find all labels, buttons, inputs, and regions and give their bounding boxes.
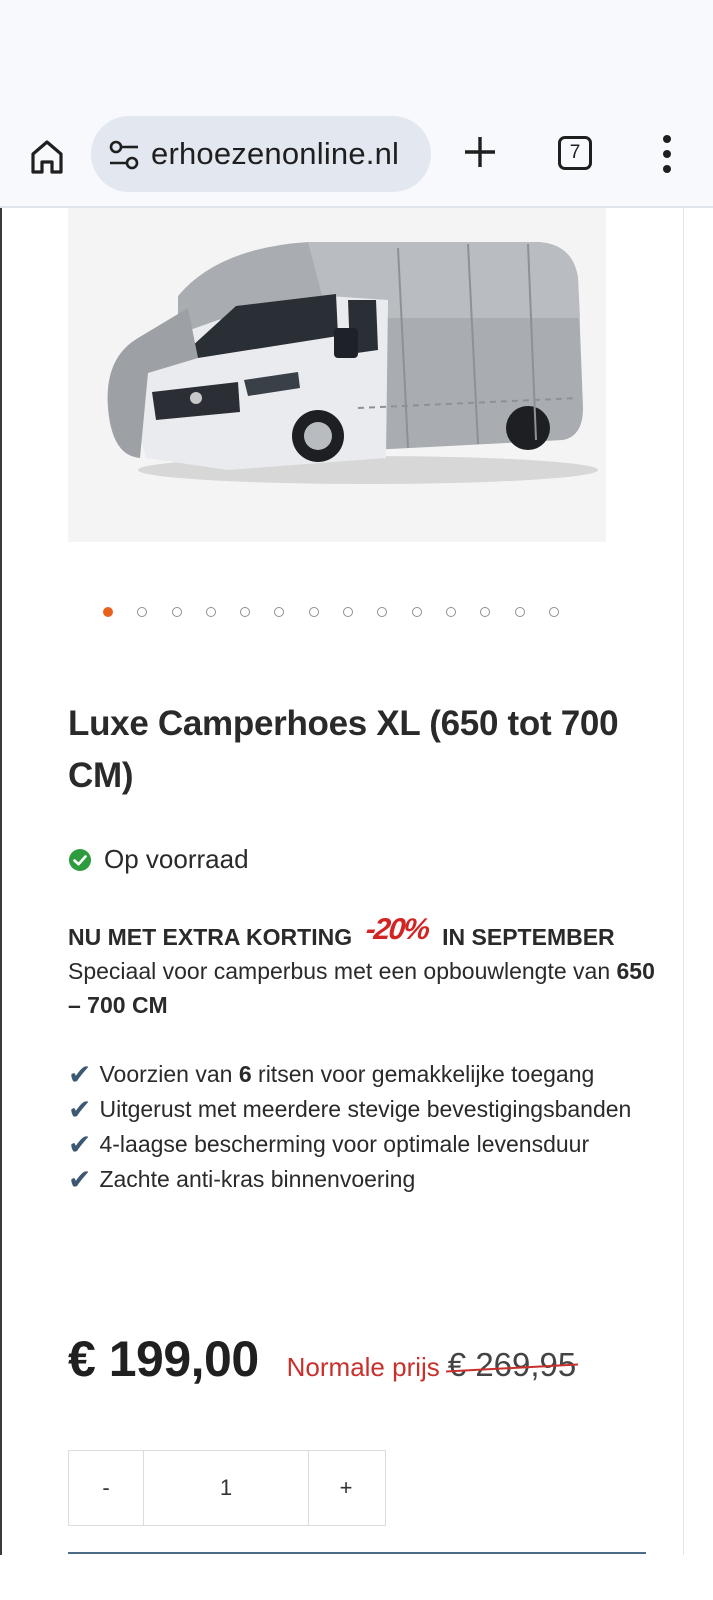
- carousel-dot[interactable]: [480, 607, 491, 617]
- url-text[interactable]: erhoezenonline.nl: [151, 136, 399, 172]
- promo-description: Speciaal voor camperbus met een opbouwle…: [68, 954, 668, 1022]
- normal-price-label: Normale prijs: [286, 1352, 440, 1382]
- feature-text-bold: 6: [238, 1061, 252, 1087]
- normal-price: € 269,95: [447, 1346, 577, 1383]
- checkmark-icon: ✔: [68, 1059, 92, 1090]
- discount-badge: -20%: [364, 913, 430, 946]
- quantity-stepper: - 1 +: [68, 1450, 386, 1526]
- carousel-dot[interactable]: [377, 607, 388, 617]
- stock-text: Op voorraad: [104, 844, 249, 874]
- carousel-dot[interactable]: [205, 607, 216, 617]
- quantity-increase-button[interactable]: +: [309, 1451, 383, 1525]
- quantity-input[interactable]: 1: [143, 1451, 309, 1525]
- promo-heading: NU MET EXTRA KORTING -20% IN SEPTEMBER: [68, 913, 668, 954]
- feature-text: Uitgerust met meerdere stevige bevestigi…: [99, 1096, 632, 1122]
- carousel-dot[interactable]: [411, 607, 422, 617]
- camper-illustration: [68, 208, 606, 542]
- carousel-dot[interactable]: [103, 607, 113, 617]
- tab-switcher-button[interactable]: 7: [558, 136, 592, 170]
- promo-block: NU MET EXTRA KORTING -20% IN SEPTEMBER S…: [68, 913, 668, 1022]
- carousel-dot[interactable]: [137, 607, 148, 617]
- feature-text-post: ritsen voor gemakkelijke toegang: [251, 1061, 595, 1087]
- carousel-dot[interactable]: [548, 607, 559, 617]
- tune-icon[interactable]: [107, 138, 141, 172]
- sale-price: € 199,00: [68, 1331, 259, 1387]
- plus-icon[interactable]: [460, 132, 500, 172]
- carousel-dot[interactable]: [308, 607, 319, 617]
- page-edge-right: [683, 208, 684, 1555]
- status-bar: [0, 0, 713, 110]
- product-page: Luxe Camperhoes XL (650 tot 700 CM) Op v…: [0, 208, 713, 1600]
- carousel-dot[interactable]: [445, 607, 456, 617]
- page-edge: [0, 208, 2, 1555]
- browser-toolbar: erhoezenonline.nl 7: [0, 110, 713, 207]
- checkmark-icon: ✔: [68, 1129, 92, 1160]
- feature-list: ✔ Voorzien van 6 ritsen voor gemakkelijke…: [68, 1056, 668, 1196]
- feature-item: ✔ Uitgerust met meerdere stevige bevestig…: [68, 1091, 668, 1126]
- more-vert-icon[interactable]: [652, 132, 682, 176]
- checkmark-icon: ✔: [68, 1094, 92, 1125]
- carousel-dot[interactable]: [240, 607, 251, 617]
- product-title: Luxe Camperhoes XL (650 tot 700 CM): [68, 704, 619, 795]
- promo-heading-left: NU MET EXTRA KORTING: [68, 924, 353, 950]
- feature-item: ✔ Voorzien van 6 ritsen voor gemakkelijke…: [68, 1056, 668, 1091]
- section-divider: [68, 1552, 646, 1554]
- carousel-dot[interactable]: [171, 607, 182, 617]
- feature-text: Voorzien van: [99, 1061, 239, 1087]
- tab-count: 7: [569, 142, 581, 163]
- feature-item: ✔ 4-laagse bescherming voor optimale leve…: [68, 1126, 668, 1161]
- address-bar[interactable]: erhoezenonline.nl: [91, 116, 431, 192]
- feature-text: 4-laagse bescherming voor optimale leven…: [99, 1131, 590, 1157]
- carousel-dots: [103, 607, 583, 621]
- check-circle-icon: [69, 848, 91, 871]
- home-button[interactable]: [24, 134, 70, 180]
- carousel-dot[interactable]: [343, 607, 354, 617]
- stock-status: Op voorraad: [68, 844, 249, 875]
- carousel-dot[interactable]: [274, 607, 285, 617]
- checkmark-icon: ✔: [68, 1164, 92, 1195]
- price-row: € 199,00 Normale prijs € 269,95: [68, 1330, 576, 1388]
- feature-item: ✔ Zachte anti-kras binnenvoering: [68, 1161, 668, 1196]
- feature-text: Zachte anti-kras binnenvoering: [99, 1166, 416, 1192]
- home-icon: [31, 140, 63, 174]
- promo-heading-right: IN SEPTEMBER: [442, 924, 615, 950]
- quantity-decrease-button[interactable]: -: [69, 1451, 143, 1525]
- promo-description-text: Speciaal voor camperbus met een opbouwle…: [68, 958, 611, 984]
- product-image[interactable]: [68, 208, 606, 542]
- carousel-dot[interactable]: [514, 607, 525, 617]
